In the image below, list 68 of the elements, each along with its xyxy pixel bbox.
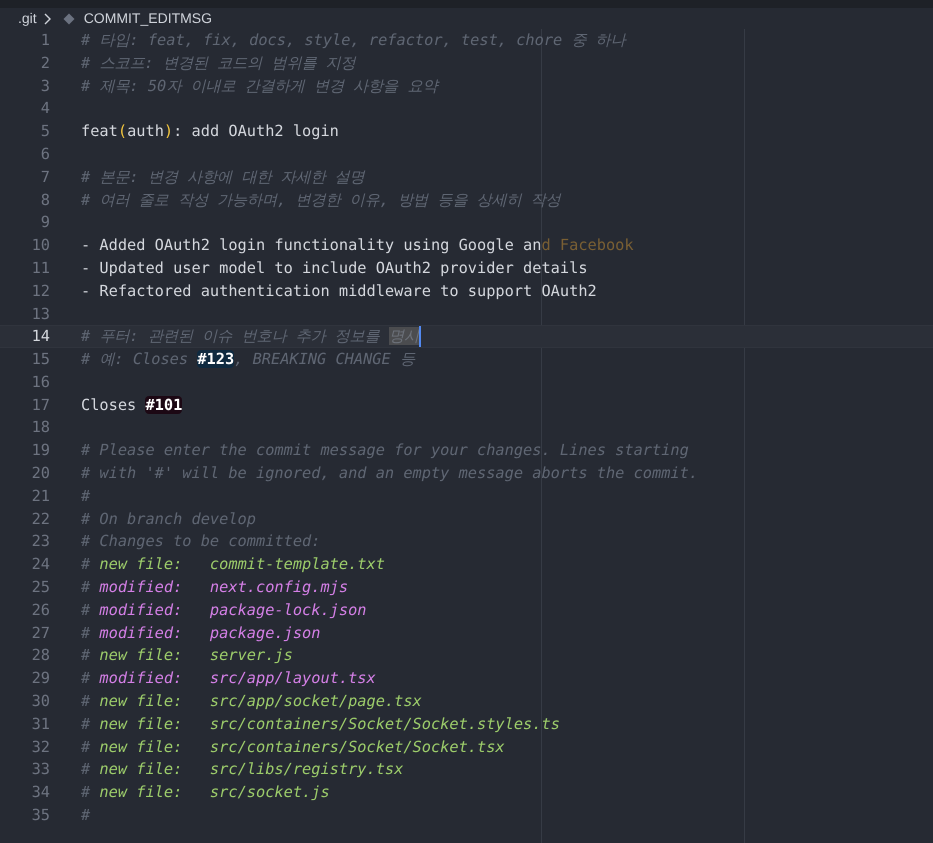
breadcrumb-item[interactable]: COMMIT_EDITMSG — [84, 8, 212, 29]
code-line: # modified: package-lock.json — [81, 600, 366, 621]
code-line: # modified: next.config.mjs — [81, 577, 348, 598]
code-line: - Updated user model to include OAuth2 provider details — [81, 258, 588, 279]
line-number: 32 — [30, 736, 50, 758]
line-number: 20 — [30, 463, 50, 484]
code-line: # with '#' will be ignored, and an empty message aborts the commit. — [81, 463, 698, 484]
line-number: 29 — [30, 668, 50, 690]
line-number: 1 — [40, 30, 50, 51]
code-line: # new file: src/socket.js — [81, 782, 330, 804]
line-number: 33 — [30, 759, 50, 780]
code-line: Closes #101 — [81, 394, 182, 416]
code-line: # new file: src/app/socket/page.tsx — [81, 691, 422, 712]
line-number: 9 — [40, 212, 50, 234]
line-number: 25 — [30, 577, 50, 598]
code-line: # 여러 줄로 작성 가능하며, 변경한 이유, 방법 등을 상세히 작성 — [81, 190, 561, 211]
code-line: # new file: server.js — [81, 645, 293, 666]
code-line: # Please enter the commit message for your changes. Lines starting — [81, 440, 689, 462]
code-line: # Changes to be committed: — [81, 531, 320, 552]
line-number: 35 — [30, 805, 50, 826]
code-line: # — [81, 805, 90, 826]
code-line: # 타입: feat, fix, docs, style, refactor, test, chore 중 하나 — [81, 30, 626, 51]
line-number: 8 — [40, 190, 50, 211]
line-number: 30 — [30, 691, 50, 712]
line-number: 13 — [30, 304, 50, 324]
line-number: 12 — [30, 280, 50, 302]
line-number: 4 — [40, 98, 50, 120]
line-number: 6 — [40, 144, 50, 165]
line-number: 24 — [30, 554, 50, 576]
line-number: 21 — [30, 486, 50, 507]
line-number: 26 — [30, 600, 50, 621]
code-line: # modified: package.json — [81, 622, 320, 644]
code-line: - Added OAuth2 login functionality using Google and Facebook — [81, 235, 634, 256]
line-number: 7 — [40, 166, 50, 188]
code-line: # — [81, 486, 90, 507]
line-number: 17 — [30, 394, 50, 416]
chevron-right-icon — [42, 12, 51, 24]
line-number: 27 — [30, 622, 50, 644]
line-number: 15 — [30, 349, 50, 370]
line-number: 31 — [30, 714, 50, 735]
line-number: 2 — [40, 52, 50, 74]
line-number: 11 — [30, 258, 50, 279]
line-number: 14 — [30, 326, 50, 348]
line-number: 3 — [40, 76, 50, 97]
line-number: 10 — [30, 235, 50, 256]
code-line: # new file: src/containers/Socket/Socket.tsx — [81, 736, 505, 758]
code-line: # On branch develop — [81, 508, 256, 530]
line-number: 5 — [40, 121, 50, 142]
code-line: # new file: commit-template.txt — [81, 554, 385, 576]
line-number: 16 — [30, 372, 50, 393]
line-number: 34 — [30, 782, 50, 804]
code-line: # 예: Closes #123, BREAKING CHANGE 등 — [81, 349, 415, 370]
code-line: # 본문: 변경 사항에 대한 자세한 설명 — [81, 166, 365, 188]
code-line: # modified: src/app/layout.tsx — [81, 668, 376, 690]
code-line: # 스코프: 변경된 코드의 범위를 지정 — [81, 52, 356, 74]
line-number: 18 — [30, 417, 50, 438]
code-line: - Refactored authentication middleware to support OAuth2 — [81, 280, 597, 302]
line-number: 19 — [30, 440, 50, 462]
code-line: feat(auth): add OAuth2 login — [81, 121, 339, 142]
breadcrumb-item[interactable]: .git — [18, 8, 37, 29]
line-number: 22 — [30, 508, 50, 530]
diamond-icon — [62, 12, 75, 24]
text-cursor — [418, 326, 421, 348]
code-line: # new file: src/libs/registry.tsx — [81, 759, 404, 780]
line-number: 28 — [30, 645, 50, 666]
line-number: 23 — [30, 531, 50, 552]
code-line: # 제목: 50자 이내로 간결하게 변경 사항을 요약 — [81, 74, 438, 98]
code-line: # new file: src/containers/Socket/Socket.styles.ts — [81, 714, 560, 735]
